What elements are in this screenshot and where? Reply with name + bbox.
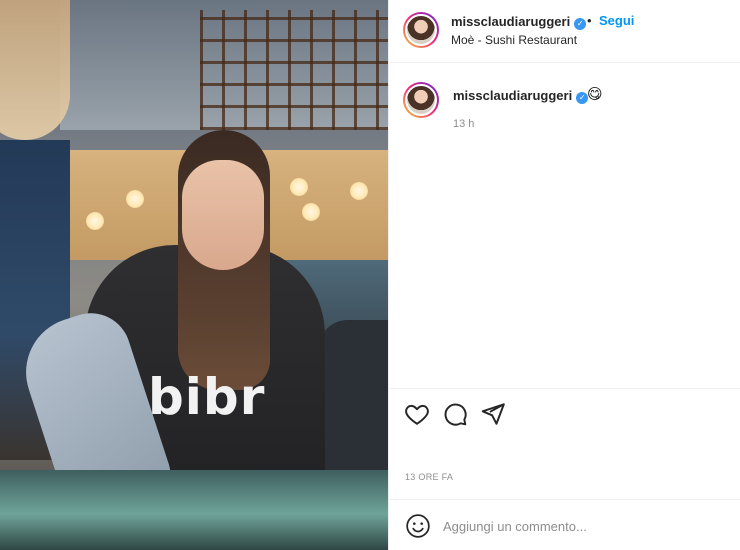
location-link[interactable]: Moè - Sushi Restaurant [451, 33, 577, 47]
comment-icon[interactable] [442, 401, 468, 427]
author-username[interactable]: missclaudiaruggeri ✓ [451, 14, 587, 30]
wooden-lattice [200, 10, 388, 130]
follow-button[interactable]: Segui [599, 13, 634, 28]
caption-text: 😋 [587, 86, 603, 103]
comment-input[interactable] [443, 515, 723, 537]
foreground-figure [318, 320, 388, 480]
share-icon[interactable] [480, 401, 506, 427]
avatar[interactable] [403, 82, 439, 118]
light-bulb [86, 212, 104, 230]
emoji-icon[interactable] [405, 513, 431, 539]
post-sidebar: missclaudiaruggeri ✓ • Segui Moè - Sushi … [388, 0, 740, 550]
post-date[interactable]: 13 ORE FA [405, 472, 453, 482]
verified-badge-icon: ✓ [574, 18, 587, 30]
comment-bar [389, 499, 740, 550]
heart-icon[interactable] [404, 401, 430, 427]
post-header: missclaudiaruggeri ✓ • Segui Moè - Sushi … [389, 0, 740, 63]
face [182, 160, 264, 270]
author-username-text[interactable]: missclaudiaruggeri [451, 14, 570, 29]
table [0, 470, 388, 550]
light-bulb [126, 190, 144, 208]
light-bulb [290, 178, 308, 196]
pendant-lamp [0, 0, 70, 140]
separator-dot: • [587, 13, 592, 28]
caption-timestamp[interactable]: 13 h [453, 118, 474, 130]
caption-username-text[interactable]: missclaudiaruggeri [453, 88, 572, 103]
action-bar [389, 388, 740, 438]
post-photo[interactable]: bibr [0, 0, 388, 550]
light-bulb [350, 182, 368, 200]
avatar[interactable] [403, 12, 439, 48]
light-bulb [302, 203, 320, 221]
caption-username[interactable]: missclaudiaruggeri ✓ [453, 88, 589, 104]
hoodie-logo: bibr [148, 368, 266, 426]
